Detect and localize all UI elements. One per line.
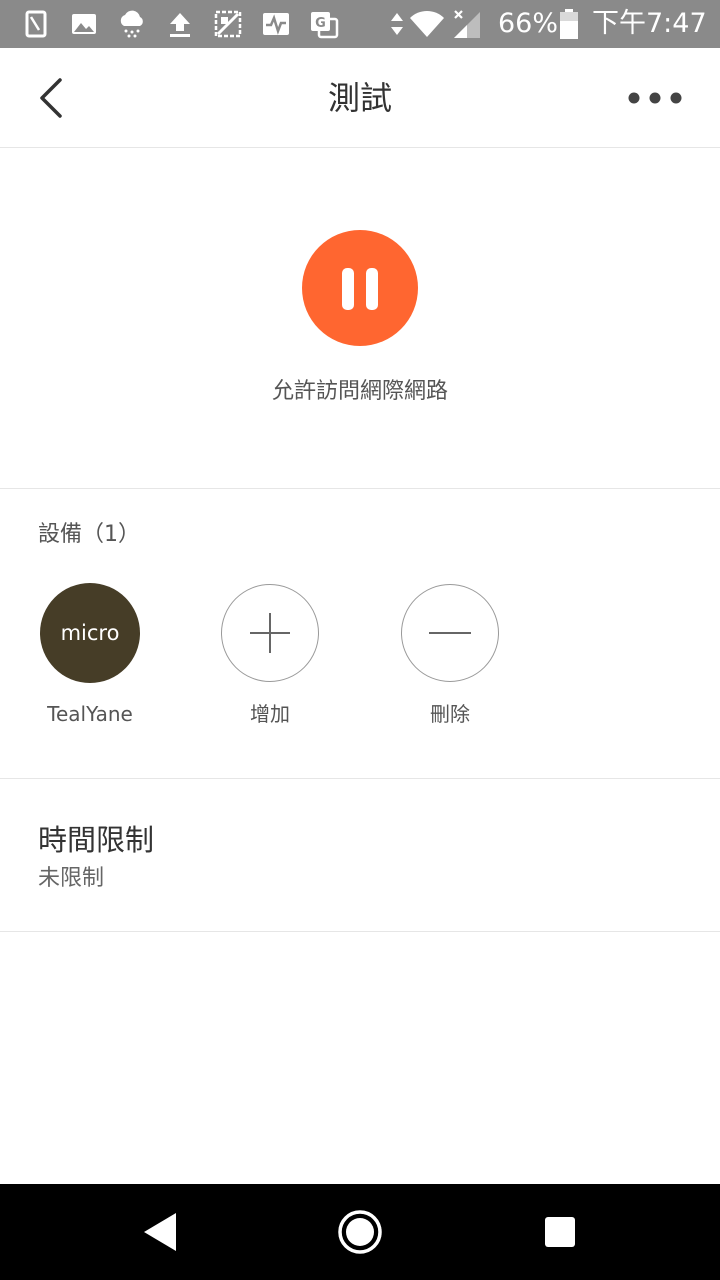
battery-icon [560,9,578,39]
time-limit-value: 未限制 [38,866,105,891]
page-title: 測試 [327,79,392,117]
device-name: TealYane [47,702,133,726]
recents-square-icon[interactable] [536,1208,584,1256]
internet-access-section: 允許訪問網際網路 [0,148,720,489]
navigation-bar [0,1184,720,1280]
back-button[interactable] [24,72,76,124]
svg-text:G: G [315,16,326,31]
remove-device-button[interactable]: 刪除 [360,583,540,733]
add-device-label: 增加 [250,702,290,726]
devices-section: 設備（1） micro TealYane 增加 刪除 [0,489,720,779]
wifi-icon [410,10,444,37]
back-triangle-icon[interactable] [136,1208,184,1256]
screen: G 66% 下午7:47 測試 允許訪問網際網路 設備（1） micro Tea… [0,0,720,1280]
battery-percent: 66% [498,8,559,39]
app-bar: 測試 [0,48,720,148]
status-bar: G 66% 下午7:47 [0,0,720,48]
chevron-left-icon [40,78,62,118]
signal-icon [454,10,480,38]
pause-access-button[interactable] [302,230,418,346]
more-button[interactable] [620,78,690,118]
more-horizontal-icon [628,92,682,104]
home-circle-icon[interactable] [336,1208,384,1256]
device-item[interactable]: micro TealYane [0,583,180,733]
scan-icon [214,10,242,38]
image-icon [72,14,96,34]
add-device-button[interactable]: 增加 [180,583,360,733]
time-limit-row[interactable]: 時間限制 未限制 [0,779,720,932]
data-arrows-icon [391,13,403,35]
devices-heading: 設備（1） [38,522,140,547]
activity-icon [263,13,289,35]
plus-icon [250,613,290,653]
sim-icon [25,10,47,38]
remove-circle [401,584,499,682]
upload-icon [170,13,190,37]
access-status-label: 允許訪問網際網路 [271,379,448,404]
time-limit-title: 時間限制 [38,823,155,857]
clock: 下午7:47 [592,8,707,39]
remove-device-label: 刪除 [430,702,470,726]
add-circle [221,584,319,682]
translate-icon: G [311,12,339,39]
minus-icon [429,632,471,634]
cloud-rain-icon [120,10,143,38]
device-avatar: micro [40,583,140,683]
